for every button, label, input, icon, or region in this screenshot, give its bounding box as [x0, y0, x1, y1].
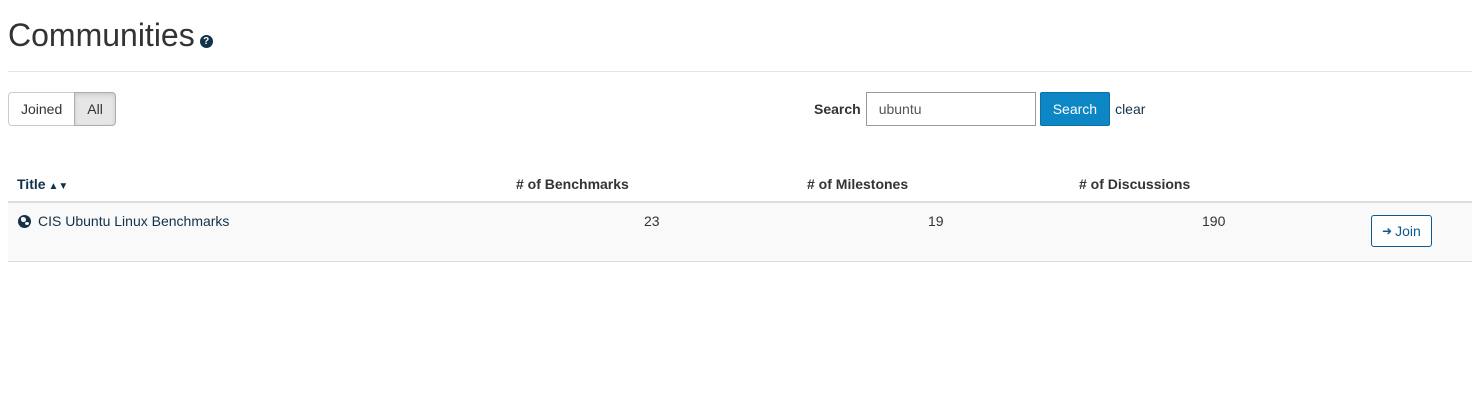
membership-filter: Joined All: [8, 92, 116, 126]
communities-table: Title ▲▼ # of Benchmarks # of Milestones …: [8, 164, 1472, 262]
column-header-milestones: # of Milestones: [807, 176, 909, 192]
question-circle-icon[interactable]: ?: [199, 35, 213, 48]
table-header: Title ▲▼ # of Benchmarks # of Milestones …: [8, 164, 1472, 203]
globe-icon: [18, 214, 31, 228]
community-title-link[interactable]: CIS Ubuntu Linux Benchmarks: [38, 213, 229, 229]
column-header-discussions: # of Discussions: [1079, 176, 1191, 192]
communities-page: Communities ? Joined All Search Search c…: [0, 0, 1472, 406]
column-header-benchmarks: # of Benchmarks: [516, 176, 629, 192]
page-title: Communities: [8, 17, 195, 53]
page-header: Communities ?: [8, 16, 213, 54]
filter-all-button[interactable]: All: [74, 92, 116, 126]
filter-joined-button[interactable]: Joined: [8, 92, 76, 126]
column-header-title[interactable]: Title ▲▼: [17, 176, 68, 192]
search-input[interactable]: [865, 92, 1036, 126]
sign-in-icon: ➜: [1382, 224, 1393, 238]
sort-icon[interactable]: ▲▼: [49, 181, 69, 192]
join-button[interactable]: ➜ Join: [1371, 215, 1432, 247]
join-button-label: Join: [1395, 223, 1421, 239]
header-divider: [8, 71, 1472, 72]
community-title-cell: CIS Ubuntu Linux Benchmarks: [18, 213, 229, 229]
search-button[interactable]: Search: [1039, 92, 1111, 126]
column-header-title-label: Title: [17, 176, 46, 192]
search-form: Search Search clear: [814, 92, 1145, 126]
benchmarks-count: 23: [644, 213, 660, 229]
discussions-count: 190: [1202, 213, 1226, 229]
clear-search-link[interactable]: clear: [1115, 101, 1145, 117]
search-label: Search: [814, 101, 861, 117]
table-row: CIS Ubuntu Linux Benchmarks 23 19 190 ➜ …: [8, 203, 1472, 262]
milestones-count: 19: [928, 213, 944, 229]
